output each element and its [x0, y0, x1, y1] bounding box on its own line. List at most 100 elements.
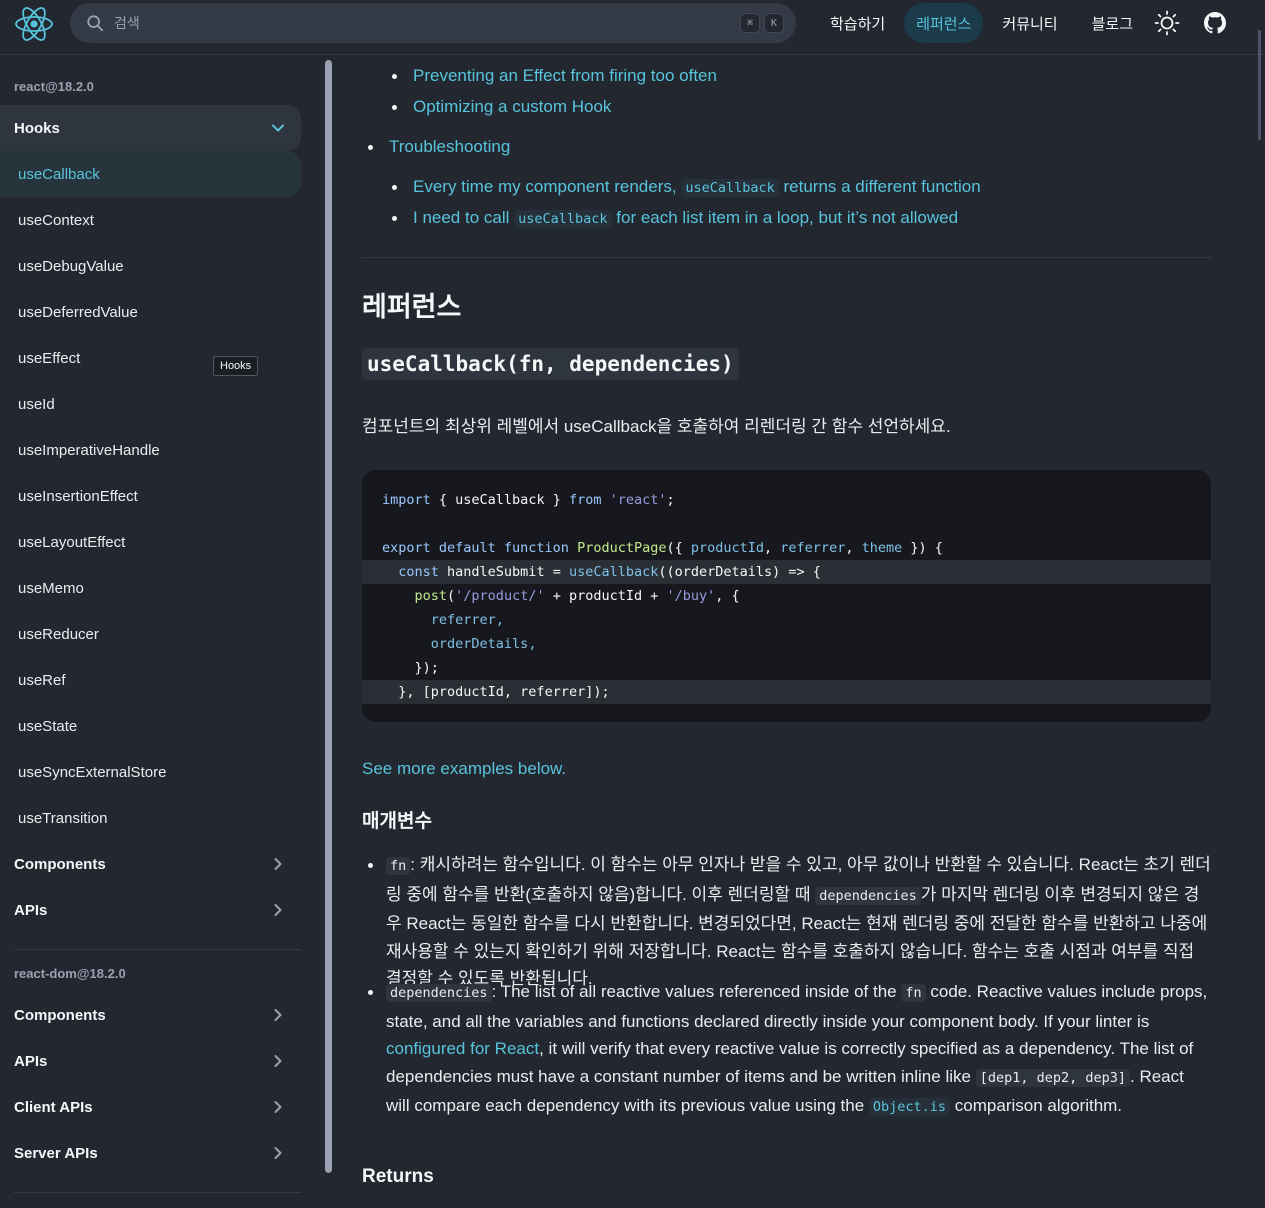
param-text: comparison algorithm.	[954, 1096, 1123, 1115]
sidebar-section-components[interactable]: Components	[0, 841, 301, 887]
code-token: post	[414, 588, 448, 604]
sidebar-item-useid[interactable]: useId	[0, 381, 301, 427]
sidebar-section-label: APIs	[14, 1052, 48, 1070]
sidebar-item-usedebugvalue[interactable]: useDebugValue	[0, 243, 301, 289]
code-token: }) {	[902, 540, 943, 556]
sidebar-item-usestate[interactable]: useState	[0, 703, 301, 749]
toc-item[interactable]: I need to call useCallback for each list…	[392, 208, 958, 228]
code-line: });	[362, 656, 1211, 680]
code-token: ({	[666, 540, 691, 556]
sidebar-divider	[14, 949, 301, 950]
search-placeholder: 검색	[114, 15, 140, 31]
search-bar[interactable]: 검색 ⌘ K	[70, 3, 796, 43]
chevron-right-icon	[274, 1009, 282, 1021]
react-logo-icon[interactable]	[12, 4, 56, 44]
inline-code: [dep1, dep2, dep3]	[975, 1068, 1130, 1087]
sidebar-section-label: Hooks	[14, 119, 60, 137]
code-token: ;	[666, 492, 675, 508]
sidebar-item-useimperativehandle[interactable]: useImperativeHandle	[0, 427, 301, 473]
sidebar-item-usedeferredvalue[interactable]: useDeferredValue	[0, 289, 301, 335]
top-navigation-bar: 검색 ⌘ K 학습하기 레퍼런스 커뮤니티 블로그	[0, 0, 1265, 55]
nav-blog[interactable]: 블로그	[1077, 3, 1148, 43]
sidebar-section-apis[interactable]: APIs	[0, 887, 301, 933]
toc-link-troubleshooting[interactable]: Troubleshooting	[389, 137, 510, 157]
sidebar-section-dom-apis[interactable]: APIs	[0, 1038, 301, 1084]
code-token: useCallback	[568, 564, 659, 580]
code-token: ProductPage	[577, 540, 667, 556]
code-token: import	[382, 492, 431, 508]
api-signature-heading: useCallback(fn, dependencies)	[362, 348, 739, 380]
toc-link[interactable]: Preventing an Effect from firing too oft…	[413, 66, 717, 86]
chevron-right-icon	[274, 904, 282, 916]
nav-learn[interactable]: 학습하기	[815, 3, 900, 43]
toc-link[interactable]: I need to call useCallback for each list…	[413, 208, 958, 228]
see-more-examples-link[interactable]: See more examples below.	[362, 759, 566, 779]
code-token: { useCallback }	[430, 492, 569, 508]
toc-link[interactable]: Optimizing a custom Hook	[413, 97, 611, 117]
object-is-link[interactable]: Object.is	[868, 1098, 951, 1116]
code-token: ((orderDetails) => {	[658, 564, 821, 580]
react-package-label: react@18.2.0	[14, 79, 94, 94]
code-line: referrer,	[362, 608, 1211, 632]
intro-text: 컴포넌트의 최상위 레벨에서 useCallback을 호출하여 리렌더링 간 …	[362, 417, 951, 436]
chevron-down-icon	[272, 124, 284, 132]
inline-code: useCallback	[681, 179, 779, 197]
sidebar-item-useref[interactable]: useRef	[0, 657, 301, 703]
returns-heading: Returns	[362, 1166, 434, 1187]
sidebar-section-label: Components	[14, 855, 106, 873]
sidebar-divider	[14, 1192, 301, 1193]
parameters-heading: 매개변수	[362, 811, 432, 832]
theme-toggle-sun-icon[interactable]	[1149, 5, 1185, 41]
code-line: post('/product/' + productId + '/buy', {	[414, 588, 740, 604]
code-token: referrer,	[430, 612, 504, 628]
sidebar-scrollbar[interactable]	[325, 60, 332, 1173]
toc-item[interactable]: Troubleshooting	[368, 137, 510, 157]
code-token: '/product/'	[455, 588, 545, 604]
sidebar-section-label: Client APIs	[14, 1098, 93, 1116]
sidebar-section-client-apis[interactable]: Client APIs	[0, 1084, 301, 1130]
react-dom-package-label: react-dom@18.2.0	[14, 966, 126, 981]
sidebar-item-usetransition[interactable]: useTransition	[0, 795, 301, 841]
code-token: orderDetails,	[430, 636, 537, 652]
nav-community[interactable]: 커뮤니티	[987, 3, 1072, 43]
code-line: import { useCallback } from 'react';	[362, 488, 1211, 512]
configured-for-react-link[interactable]: configured for React	[386, 1039, 539, 1058]
toc-text: I need to call	[413, 208, 510, 227]
toc-item[interactable]: Every time my component renders, useCall…	[392, 177, 981, 197]
code-token: + productId +	[544, 588, 667, 604]
sidebar-item-usecallback[interactable]: useCallback	[0, 151, 301, 197]
code-line-highlighted: }, [productId, referrer]);	[362, 680, 1211, 704]
github-icon[interactable]	[1197, 5, 1233, 41]
sidebar-item-usereducer[interactable]: useReducer	[0, 611, 301, 657]
inline-code: fn	[386, 857, 411, 875]
sidebar-section-label: Server APIs	[14, 1144, 98, 1162]
sidebar-item-useinsertioneffect[interactable]: useInsertionEffect	[0, 473, 301, 519]
code-token: handleSubmit =	[438, 564, 569, 580]
code-token: theme	[861, 540, 903, 556]
reference-heading: 레퍼런스	[362, 292, 462, 322]
code-token: });	[414, 660, 439, 676]
inline-code: dependencies	[386, 984, 492, 1002]
sidebar-section-hooks[interactable]: Hooks	[0, 105, 301, 151]
page-scrollbar[interactable]	[1258, 30, 1261, 140]
param-fn-description: fn: 캐시하려는 함수입니다. 이 함수는 아무 인자나 받을 수 있고, 아…	[386, 851, 1212, 993]
toc-item[interactable]: Optimizing a custom Hook	[392, 97, 611, 117]
section-divider	[362, 257, 1211, 258]
code-token: referrer	[780, 540, 846, 556]
sidebar-section-server-apis[interactable]: Server APIs	[0, 1130, 301, 1176]
search-icon	[87, 15, 104, 32]
code-line: orderDetails,	[362, 632, 1211, 656]
chevron-right-icon	[274, 1147, 282, 1159]
sidebar-item-uselayouteffect[interactable]: useLayoutEffect	[0, 519, 301, 565]
code-token: const	[398, 564, 439, 580]
sidebar-item-usesyncexternalstore[interactable]: useSyncExternalStore	[0, 749, 301, 795]
sidebar-item-usecontext[interactable]: useContext	[0, 197, 301, 243]
sidebar-item-usememo[interactable]: useMemo	[0, 565, 301, 611]
main-content: Preventing an Effect from firing too oft…	[362, 56, 1212, 1208]
toc-link[interactable]: Every time my component renders, useCall…	[413, 177, 981, 197]
sidebar-section-label: APIs	[14, 901, 48, 919]
nav-reference[interactable]: 레퍼런스	[904, 3, 984, 43]
sidebar-section-label: Components	[14, 1006, 106, 1024]
sidebar-section-dom-components[interactable]: Components	[0, 992, 301, 1038]
toc-item[interactable]: Preventing an Effect from firing too oft…	[392, 66, 717, 86]
